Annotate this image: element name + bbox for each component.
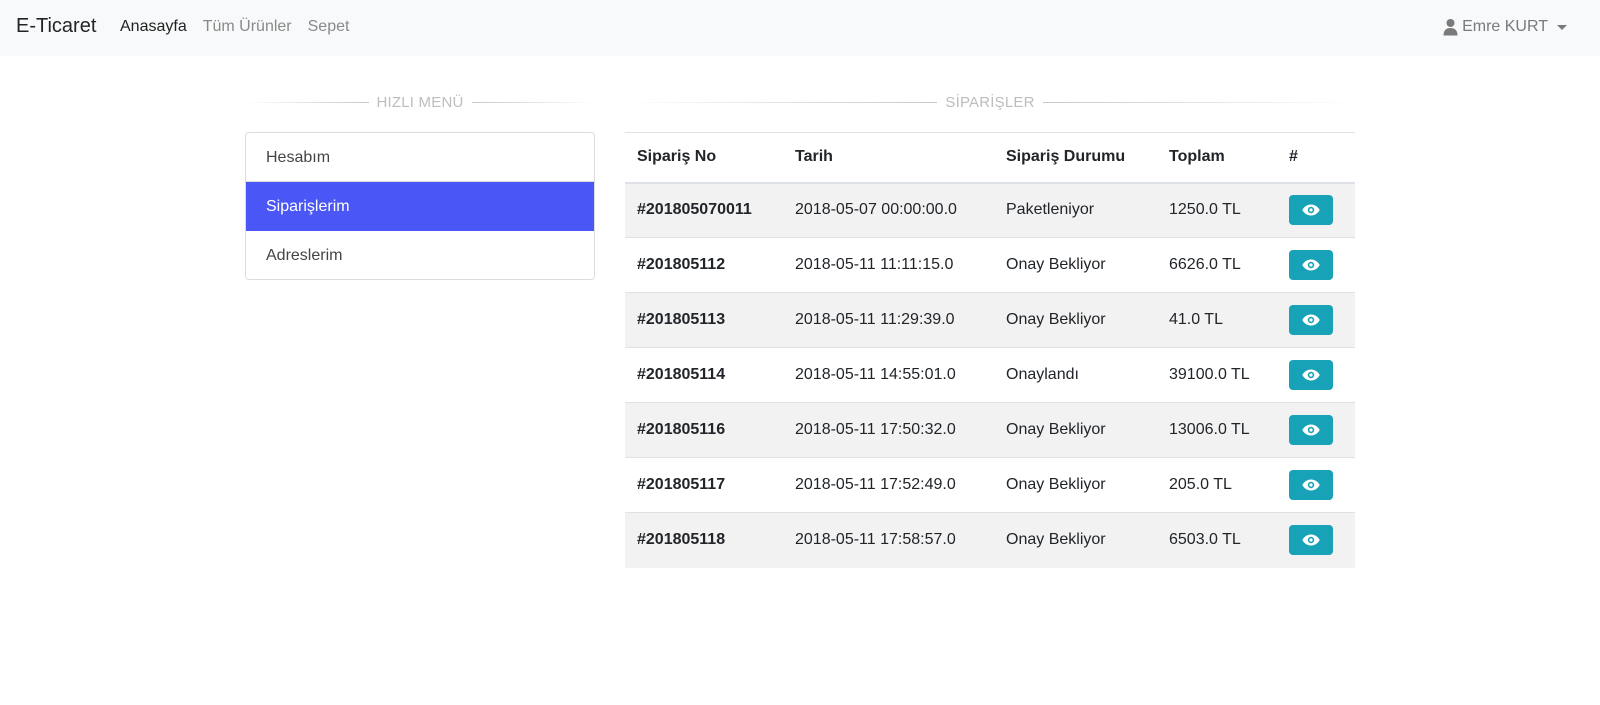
table-row: #201805070011 2018-05-07 00:00:00.0 Paketl… [625,182,1355,238]
quick-menu-heading: HIZLI MENÜ [245,92,596,112]
order-date: 2018-05-07 00:00:00.0 [783,182,994,238]
quick-menu-title: HIZLI MENÜ [376,93,464,111]
column-header-date: Tarih [783,132,994,184]
order-number: #201805114 [625,347,783,403]
quick-menu-item-orders[interactable]: Siparişlerim [246,182,594,231]
view-order-button[interactable] [1289,305,1333,335]
orders-table: Sipariş No Tarih Sipariş Durumu Toplam #… [625,132,1355,568]
order-total: 205.0 TL [1157,457,1277,513]
order-total: 1250.0 TL [1157,182,1277,238]
table-row: #201805113 2018-05-11 11:29:39.0 Onay Bekl… [625,292,1355,348]
order-action-cell [1277,292,1355,348]
order-date: 2018-05-11 17:52:49.0 [783,457,994,513]
order-date: 2018-05-11 14:55:01.0 [783,347,994,403]
eye-icon [1302,369,1320,381]
order-action-cell [1277,512,1355,568]
view-order-button[interactable] [1289,415,1333,445]
order-status: Onay Bekliyor [994,237,1157,293]
table-row: #201805112 2018-05-11 11:11:15.0 Onay Bekl… [625,237,1355,293]
order-total: 39100.0 TL [1157,347,1277,403]
nav-link-home[interactable]: Anasayfa [120,16,187,38]
quick-menu-item-addresses[interactable]: Adreslerim [246,231,594,279]
orders-title: SİPARİŞLER [945,93,1035,111]
eye-icon [1302,424,1320,436]
table-row: #201805116 2018-05-11 17:50:32.0 Onay Bekl… [625,402,1355,458]
order-action-cell [1277,237,1355,293]
eye-icon [1302,534,1320,546]
order-status: Paketleniyor [994,182,1157,238]
divider-line [625,101,938,103]
order-status: Onay Bekliyor [994,457,1157,513]
user-menu-dropdown[interactable]: Emre KURT [1443,16,1567,38]
view-order-button[interactable] [1289,360,1333,390]
order-action-cell [1277,457,1355,513]
view-order-button[interactable] [1289,525,1333,556]
order-status: Onay Bekliyor [994,402,1157,458]
order-total: 6626.0 TL [1157,237,1277,293]
nav-links: Anasayfa Tüm Ürünler Sepet [120,16,365,38]
eye-icon [1302,314,1320,326]
order-action-cell [1277,347,1355,403]
quick-menu: Hesabım Siparişlerim Adreslerim [245,132,595,280]
order-total: 13006.0 TL [1157,402,1277,458]
order-number: #201805117 [625,457,783,513]
divider-line [471,101,596,103]
order-status: Onaylandı [994,347,1157,403]
order-action-cell [1277,182,1355,238]
top-navbar: E-Ticaret Anasayfa Tüm Ürünler Sepet Emr… [0,0,1600,56]
table-row: #201805118 2018-05-11 17:58:57.0 Onay Bekl… [625,512,1355,568]
view-order-button[interactable] [1289,250,1333,280]
divider-line [1042,101,1356,103]
view-order-button[interactable] [1289,195,1333,226]
caret-down-icon [1557,25,1567,30]
column-header-status: Sipariş Durumu [994,132,1157,184]
table-header-row: Sipariş No Tarih Sipariş Durumu Toplam # [625,132,1355,184]
quick-menu-item-account[interactable]: Hesabım [246,133,594,182]
column-header-actions: # [1277,132,1355,184]
order-action-cell [1277,402,1355,458]
order-number: #201805116 [625,402,783,458]
brand-logo[interactable]: E-Ticaret [16,13,96,39]
eye-icon [1302,259,1320,271]
order-date: 2018-05-11 11:11:15.0 [783,237,994,293]
orders-heading: SİPARİŞLER [625,92,1356,112]
view-order-button[interactable] [1289,470,1333,500]
order-number: #201805112 [625,237,783,293]
eye-icon [1302,479,1320,491]
order-number: #201805118 [625,512,783,568]
order-date: 2018-05-11 17:50:32.0 [783,402,994,458]
column-header-total: Toplam [1157,132,1277,184]
order-number: #201805113 [625,292,783,348]
column-header-order-no: Sipariş No [625,132,783,184]
order-number: #201805070011 [625,182,783,238]
order-status: Onay Bekliyor [994,292,1157,348]
divider-line [245,101,369,103]
order-date: 2018-05-11 11:29:39.0 [783,292,994,348]
order-total: 6503.0 TL [1157,512,1277,568]
user-name: Emre KURT [1462,18,1548,35]
table-row: #201805114 2018-05-11 14:55:01.0 Onaylandı… [625,347,1355,403]
order-total: 41.0 TL [1157,292,1277,348]
order-status: Onay Bekliyor [994,512,1157,568]
nav-link-cart[interactable]: Sepet [308,16,350,38]
nav-link-all-products[interactable]: Tüm Ürünler [203,16,292,38]
table-row: #201805117 2018-05-11 17:52:49.0 Onay Bekl… [625,457,1355,513]
eye-icon [1302,204,1320,216]
user-icon [1443,18,1458,36]
order-date: 2018-05-11 17:58:57.0 [783,512,994,568]
